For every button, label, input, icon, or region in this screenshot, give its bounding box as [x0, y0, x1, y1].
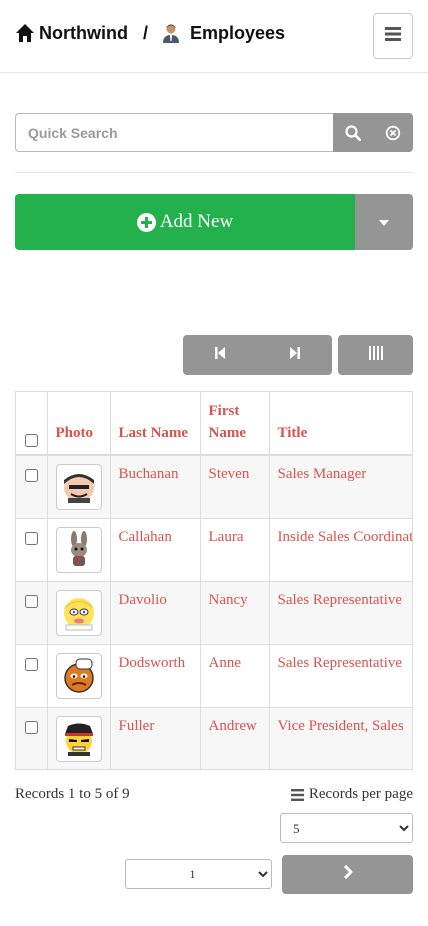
records-per-page-label: Records per page [290, 786, 413, 803]
title-cell[interactable]: Vice President, Sales [269, 707, 412, 769]
employees-table: Photo Last Name First Name Title Buchana… [16, 392, 412, 769]
first-page-icon[interactable] [214, 346, 226, 365]
row-checkbox[interactable] [25, 469, 39, 482]
quick-search-bar [15, 113, 413, 152]
top-pager [183, 335, 332, 375]
first-name-cell[interactable]: Steven [200, 455, 270, 519]
columns-icon [368, 345, 383, 365]
search-input[interactable] [15, 113, 333, 152]
employees-table-container: Photo Last Name First Name Title Buchana… [15, 391, 413, 770]
breadcrumb-home-link[interactable]: Northwind [39, 23, 128, 44]
table-row: Davolio Nancy Sales Representative [16, 581, 412, 645]
table-row: Dodsworth Anne Sales Representative [16, 644, 412, 708]
hamburger-menu-button[interactable] [373, 13, 413, 59]
search-icon[interactable] [345, 124, 361, 141]
records-info: Records 1 to 5 of 9 [15, 786, 130, 802]
home-icon[interactable] [15, 23, 35, 43]
add-new-group: Add New [15, 194, 413, 250]
title-cell[interactable]: Sales Representative [269, 581, 412, 645]
photo-cell [47, 518, 111, 582]
employee-photo-icon[interactable] [55, 464, 102, 510]
search-buttons [333, 113, 413, 152]
employee-icon [162, 23, 180, 43]
clear-icon[interactable] [385, 125, 401, 141]
columns-button[interactable] [338, 335, 413, 375]
first-name-cell[interactable]: Andrew [200, 707, 270, 769]
table-row: Callahan Laura Inside Sales Coordinator [16, 518, 412, 582]
divider [15, 172, 413, 173]
employee-photo-icon[interactable] [55, 652, 102, 699]
last-page-icon[interactable] [289, 346, 301, 365]
photo-cell [47, 581, 111, 645]
employee-photo-icon[interactable] [55, 715, 102, 762]
row-select-cell [16, 644, 48, 708]
row-checkbox[interactable] [25, 720, 39, 734]
table-header-row: Photo Last Name First Name Title [16, 392, 412, 456]
add-new-button[interactable]: Add New [15, 194, 355, 250]
column-header-last-name[interactable]: Last Name [110, 392, 201, 456]
records-per-page-text: Records per page [308, 786, 413, 802]
last-name-cell[interactable]: Callahan [110, 518, 201, 582]
photo-cell [47, 644, 111, 708]
row-select-cell [16, 707, 48, 769]
employee-photo-icon[interactable] [55, 589, 102, 636]
select-all-cell [16, 392, 48, 456]
first-name-cell[interactable]: Laura [200, 518, 270, 582]
table-row: Fuller Andrew Vice President, Sales [16, 707, 412, 769]
page-title: Employees [190, 22, 286, 43]
table-row: Buchanan Steven Sales Manager [16, 455, 412, 519]
add-new-label: Add New [159, 211, 234, 232]
page-number-select[interactable]: 1 [125, 859, 272, 889]
breadcrumb: Northwind / Employees [15, 19, 285, 47]
list-icon [290, 788, 304, 801]
row-checkbox[interactable] [25, 657, 39, 671]
row-checkbox[interactable] [25, 594, 39, 608]
last-name-cell[interactable]: Fuller [110, 707, 201, 769]
records-per-page-select[interactable]: 5 [280, 813, 413, 843]
first-name-cell[interactable]: Anne [200, 644, 270, 708]
column-header-first-name[interactable]: First Name [200, 392, 270, 456]
column-header-title[interactable]: Title [269, 392, 412, 456]
photo-cell [47, 455, 111, 519]
last-name-cell[interactable]: Davolio [110, 581, 201, 645]
row-select-cell [16, 518, 48, 582]
plus-circle-icon [136, 212, 156, 232]
caret-down-icon [379, 213, 389, 231]
column-header-photo[interactable]: Photo [47, 392, 111, 456]
employee-photo-icon[interactable] [55, 526, 102, 573]
first-name-cell[interactable]: Nancy [200, 581, 270, 645]
top-navbar: Northwind / Employees [0, 0, 428, 73]
add-new-dropdown-button[interactable] [355, 194, 413, 250]
title-cell[interactable]: Sales Representative [269, 644, 412, 708]
select-all-checkbox[interactable] [25, 434, 39, 447]
row-select-cell [16, 581, 48, 645]
row-select-cell [16, 455, 48, 519]
photo-cell [47, 707, 111, 769]
breadcrumb-separator: / [142, 22, 148, 43]
last-name-cell[interactable]: Buchanan [110, 455, 201, 519]
row-checkbox[interactable] [25, 531, 39, 545]
last-name-cell[interactable]: Dodsworth [110, 644, 201, 708]
title-cell[interactable]: Sales Manager [269, 455, 412, 519]
chevron-right-icon [343, 864, 353, 884]
hamburger-menu-icon [385, 26, 401, 46]
next-page-button[interactable] [282, 855, 413, 894]
title-cell[interactable]: Inside Sales Coordinator [269, 518, 412, 582]
